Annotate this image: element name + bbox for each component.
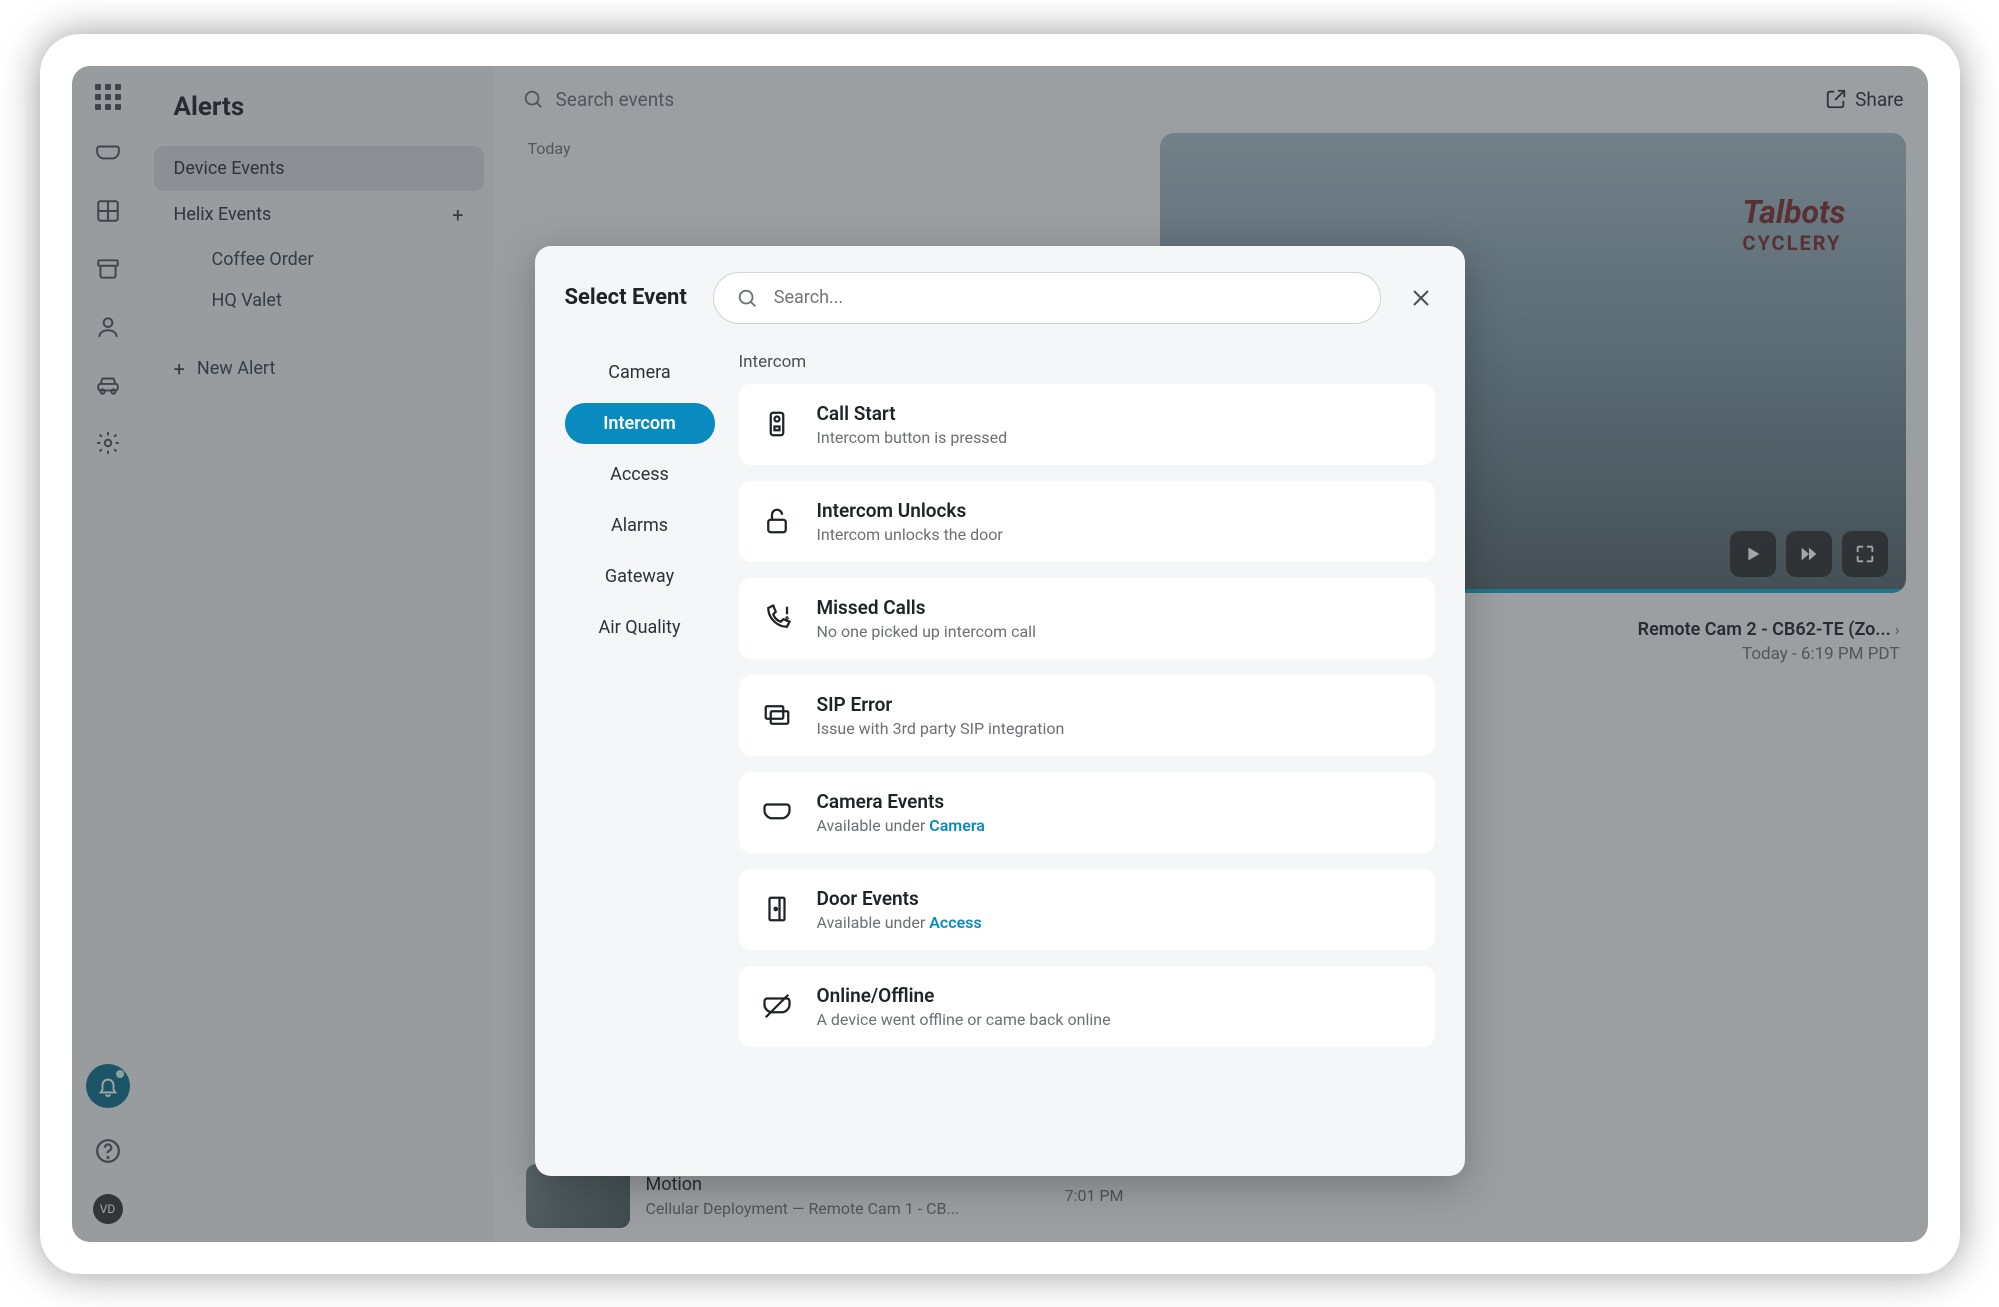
type-missed-calls[interactable]: Missed CallsNo one picked up intercom ca… [739,578,1435,659]
online-offline-icon [759,988,795,1024]
search-icon [736,287,758,309]
category-list: Camera Intercom Access Alarms Gateway Ai… [565,352,715,1176]
event-type-list: Intercom Call StartIntercom button is pr… [739,352,1435,1176]
modal-title: Select Event [565,285,687,310]
category-camera[interactable]: Camera [565,352,715,393]
category-access[interactable]: Access [565,454,715,495]
link-camera[interactable]: Camera [929,816,985,835]
sip-error-icon [759,697,795,733]
door-icon [759,891,795,927]
modal-search-input[interactable] [713,272,1381,324]
group-title: Intercom [739,352,1435,372]
type-intercom-unlocks[interactable]: Intercom UnlocksIntercom unlocks the doo… [739,481,1435,562]
type-camera-events[interactable]: Camera EventsAvailable under Camera [739,772,1435,853]
unlock-icon [759,503,795,539]
search-field[interactable] [774,287,1358,308]
category-alarms[interactable]: Alarms [565,505,715,546]
type-online-offline[interactable]: Online/OfflineA device went offline or c… [739,966,1435,1047]
close-button[interactable] [1407,284,1435,312]
type-sip-error[interactable]: SIP ErrorIssue with 3rd party SIP integr… [739,675,1435,756]
category-intercom[interactable]: Intercom [565,403,715,444]
missed-call-icon [759,600,795,636]
link-access[interactable]: Access [929,913,981,932]
type-door-events[interactable]: Door EventsAvailable under Access [739,869,1435,950]
category-gateway[interactable]: Gateway [565,556,715,597]
select-event-modal: Select Event Camera Intercom Access Alar… [535,246,1465,1176]
intercom-device-icon [759,406,795,442]
close-icon [1409,286,1433,310]
camera-icon [759,794,795,830]
category-air-quality[interactable]: Air Quality [565,607,715,648]
type-call-start[interactable]: Call StartIntercom button is pressed [739,384,1435,465]
